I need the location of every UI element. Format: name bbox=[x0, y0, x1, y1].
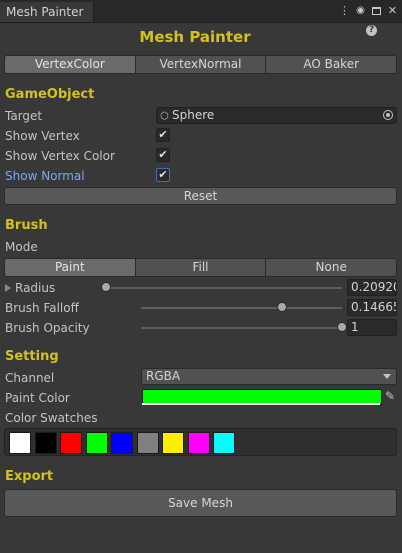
radius-slider-track[interactable] bbox=[106, 287, 342, 289]
show-vertex-checkbox[interactable]: ✔ bbox=[156, 128, 170, 142]
tab-ao-baker[interactable]: AO Baker bbox=[265, 55, 398, 74]
window-tab[interactable]: Mesh Painter bbox=[0, 2, 94, 22]
tab-vertex-normal[interactable]: VertexNormal bbox=[134, 55, 267, 74]
brush-opacity-field[interactable]: 1 bbox=[347, 319, 397, 336]
gameobject-header: GameObject bbox=[5, 87, 95, 102]
mode-label: Mode bbox=[5, 240, 38, 254]
color-swatch[interactable] bbox=[213, 432, 235, 454]
mode-fill-button[interactable]: Fill bbox=[134, 258, 267, 277]
paint-color-field[interactable]: ✎ bbox=[141, 388, 397, 406]
channel-value: RGBA bbox=[146, 369, 181, 383]
window-tab-bar: Mesh Painter ⋮ ◉ ✕ bbox=[0, 0, 402, 23]
object-picker-icon[interactable] bbox=[383, 110, 393, 120]
setting-header: Setting bbox=[5, 349, 59, 364]
color-swatch[interactable] bbox=[60, 432, 82, 454]
radius-slider-knob[interactable] bbox=[101, 282, 111, 292]
tab-icons: ⋮ ◉ ✕ bbox=[338, 4, 398, 18]
channel-label: Channel bbox=[5, 371, 55, 385]
falloff-slider-knob[interactable] bbox=[276, 302, 287, 312]
mode-paint-button[interactable]: Paint bbox=[4, 258, 136, 277]
help-icon[interactable]: ? bbox=[366, 25, 377, 36]
more-options-icon[interactable]: ⋮ bbox=[338, 5, 350, 17]
color-swatch[interactable] bbox=[9, 432, 31, 454]
paint-color-label: Paint Color bbox=[5, 391, 70, 405]
target-object-field[interactable]: ⬡ Sphere bbox=[156, 107, 397, 124]
mesh-cube-icon: ⬡ bbox=[160, 111, 169, 122]
opacity-slider-knob[interactable] bbox=[337, 322, 347, 332]
brush-falloff-label: Brush Falloff bbox=[5, 301, 79, 315]
maximize-icon[interactable] bbox=[372, 7, 381, 15]
mode-none-button[interactable]: None bbox=[265, 258, 398, 277]
radius-field[interactable]: 0.20920 bbox=[347, 279, 397, 296]
tab-vertex-color[interactable]: VertexColor bbox=[4, 55, 136, 74]
brush-header: Brush bbox=[5, 218, 48, 233]
color-swatch[interactable] bbox=[111, 432, 133, 454]
channel-dropdown[interactable]: RGBA bbox=[141, 368, 397, 385]
falloff-slider-track[interactable] bbox=[141, 307, 342, 309]
reset-button[interactable]: Reset bbox=[4, 187, 397, 205]
color-swatch[interactable] bbox=[187, 432, 210, 454]
show-vertex-label: Show Vertex bbox=[5, 129, 80, 143]
mode-toolbar: VertexColor VertexNormal AO Baker bbox=[4, 55, 398, 74]
show-normal-label: Show Normal bbox=[5, 169, 85, 183]
brush-falloff-field[interactable]: 0.14665 bbox=[347, 299, 397, 316]
color-swatch[interactable] bbox=[136, 432, 159, 454]
close-icon[interactable]: ✕ bbox=[387, 5, 398, 17]
color-swatch[interactable] bbox=[85, 432, 108, 454]
panel-title: Mesh Painter bbox=[139, 28, 251, 46]
color-swatch[interactable] bbox=[162, 432, 184, 454]
radius-label: Radius bbox=[15, 281, 56, 295]
opacity-slider-track[interactable] bbox=[141, 327, 342, 329]
color-swatches-label: Color Swatches bbox=[5, 411, 98, 425]
save-mesh-button[interactable]: Save Mesh bbox=[4, 489, 397, 517]
target-label: Target bbox=[5, 109, 43, 123]
color-swatch[interactable] bbox=[34, 432, 57, 454]
radius-foldout-icon[interactable] bbox=[5, 284, 11, 292]
show-vertex-color-checkbox[interactable]: ✔ bbox=[156, 148, 170, 162]
paint-color-alpha-bar bbox=[142, 403, 380, 405]
brush-mode-toolbar: Paint Fill None bbox=[4, 258, 398, 277]
debug-toggle-icon[interactable]: ◉ bbox=[355, 5, 366, 17]
target-value: Sphere bbox=[172, 108, 215, 122]
chevron-down-icon bbox=[383, 374, 391, 379]
eyedropper-icon[interactable]: ✎ bbox=[384, 389, 396, 404]
color-swatches-panel bbox=[4, 428, 397, 456]
show-vertex-color-label: Show Vertex Color bbox=[5, 149, 115, 163]
show-normal-checkbox[interactable]: ✔ bbox=[156, 168, 170, 182]
export-header: Export bbox=[5, 469, 54, 484]
brush-opacity-label: Brush Opacity bbox=[5, 321, 90, 335]
